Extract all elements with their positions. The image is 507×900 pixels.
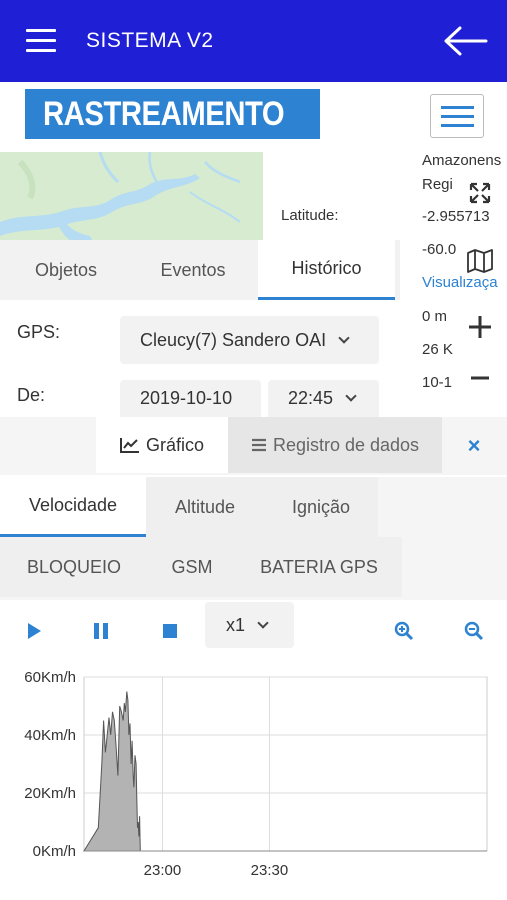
region-label: Regi [422,176,453,193]
latitude-label: Latitude: [281,207,339,224]
date-input[interactable]: 2019-10-10 [120,380,261,417]
tab-eventos[interactable]: Eventos [128,240,258,300]
back-arrow-icon[interactable] [444,26,488,56]
y-tick-label: 40Km/h [24,727,76,744]
speed-select[interactable]: x1 [205,602,294,648]
zoom-out-icon[interactable] [462,360,498,396]
time-select-value: 22:45 [288,388,334,408]
region-name: Amazonens [422,152,502,169]
chevron-down-icon [345,390,357,402]
history-form: GPS: Cleucy(7) Sandero OAI De: 2019-10-1… [0,300,400,417]
chevron-down-icon [338,331,350,344]
date-value: 10-1 [422,374,453,391]
date-input-value: 2019-10-10 [140,388,233,408]
tab-registro-label: Registro de dados [272,434,420,455]
chart-zoom-in-icon[interactable] [391,620,417,642]
km-value: 26 K [422,341,453,358]
pause-icon[interactable] [88,620,114,642]
tab-bateria-gps[interactable]: BATERIA GPS [236,537,402,597]
from-label: De: [17,385,46,405]
gps-select-value: Cleucy(7) Sandero OAI [140,329,327,350]
tab-altitude[interactable]: Altitude [146,477,264,537]
speed-chart[interactable]: 0Km/h 20Km/h 40Km/h 60Km/h 23:00 23:30 [0,660,507,890]
zoom-in-icon[interactable] [462,309,498,345]
y-tick-label: 60Km/h [24,669,76,686]
tab-historico[interactable]: Histórico [258,240,395,300]
plot-area [83,676,488,852]
time-select[interactable]: 22:45 [268,380,379,417]
play-icon[interactable] [21,620,47,642]
main-tabs: Objetos Eventos Histórico [0,240,400,300]
speed-value: x1 [226,614,246,635]
nav-toggle-button[interactable] [430,94,484,138]
tab-grafico-label: Gráfico [145,434,205,455]
graph-panel-header: Gráfico Registro de dados [0,417,507,475]
metric-tabs: Velocidade Altitude Ignição BLOQUEIO GSM… [0,477,507,600]
fullscreen-icon[interactable] [462,175,498,211]
x-tick-label: 23:00 [144,862,182,879]
tab-objetos[interactable]: Objetos [0,240,132,300]
tab-registro-dados[interactable]: Registro de dados [228,417,442,473]
gps-select[interactable]: Cleucy(7) Sandero OAI [120,316,379,364]
tab-grafico[interactable]: Gráfico [96,417,228,473]
app-bar: SISTEMA V2 [0,0,507,82]
list-icon [251,438,266,452]
chevron-down-icon [257,616,269,629]
x-tick-label: 23:30 [251,862,289,879]
logo: RASTREAMENTO [25,89,320,139]
y-tick-label: 20Km/h [24,785,76,802]
menu-icon[interactable] [26,29,56,53]
chart-zoom-out-icon[interactable] [461,620,487,642]
logo-text: RASTREAMENTO [43,94,285,133]
close-icon[interactable]: × [460,432,488,460]
app-title: SISTEMA V2 [86,29,214,52]
tab-bloqueio[interactable]: BLOQUEIO [0,537,148,597]
info-panel [263,152,400,240]
map-layers-icon[interactable] [462,243,498,279]
longitude-value: -60.0 [422,241,457,258]
gps-label: GPS: [17,322,61,342]
tab-gsm[interactable]: GSM [148,537,236,597]
chart-icon [119,438,139,453]
tab-velocidade[interactable]: Velocidade [0,477,146,537]
distance-value: 0 m [422,308,448,325]
map-view[interactable] [0,152,263,240]
tab-ignicao[interactable]: Ignição [264,477,378,537]
y-tick-label: 0Km/h [33,843,76,860]
stop-icon[interactable] [157,620,183,642]
